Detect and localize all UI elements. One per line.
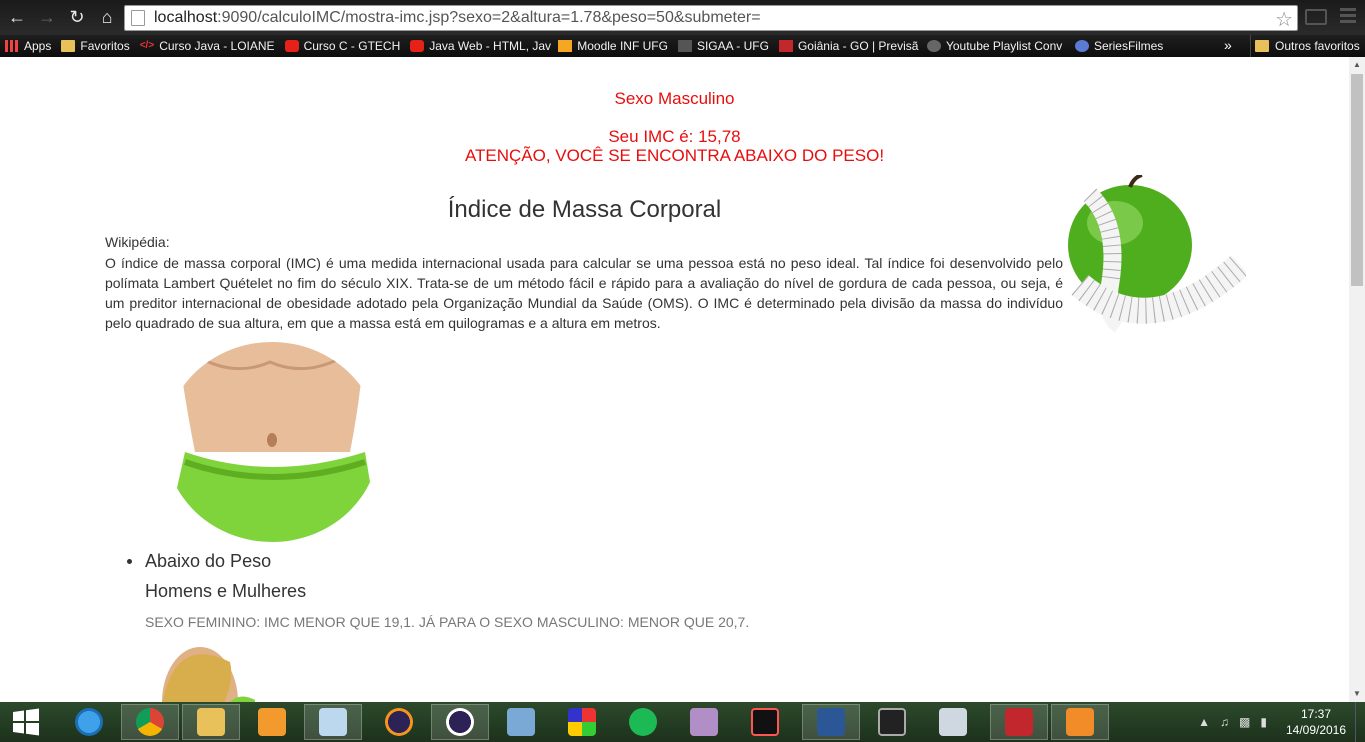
reload-icon[interactable]: ↻ [64, 5, 90, 31]
music-icon [926, 40, 941, 52]
windows-start-button[interactable] [0, 702, 52, 742]
wikipedia-label: Wikipédia: [105, 234, 170, 250]
woman-image [162, 647, 255, 702]
category-title: Abaixo do Peso [145, 551, 272, 571]
scroll-thumb[interactable] [1351, 74, 1363, 286]
list-bullet [127, 559, 132, 564]
address-bar[interactable]: localhost:9090/calculoIMC/mostra-imc.jsp… [124, 5, 1298, 31]
app-grid-icon[interactable] [553, 704, 611, 740]
volume-icon[interactable]: ♫ [1220, 715, 1229, 729]
intellij-icon[interactable] [736, 704, 794, 740]
page-title: Índice de Massa Corporal [447, 196, 722, 223]
bookmark-youtube-playlist[interactable]: Youtube Playlist Conv [922, 35, 1070, 57]
apps-icon [5, 40, 19, 52]
network-icon[interactable]: ▩ [1239, 715, 1250, 729]
virtualbox-icon[interactable] [492, 704, 550, 740]
file-explorer-icon[interactable] [182, 704, 240, 740]
notepad-icon[interactable] [304, 704, 362, 740]
word-icon[interactable] [802, 704, 860, 740]
system-tray: ▲ ♫ ▩ ▮ 17:37 14/09/2016 [1198, 702, 1365, 742]
menu-icon[interactable] [1340, 8, 1356, 26]
forward-icon[interactable]: → [34, 5, 60, 31]
cast-icon[interactable] [1305, 9, 1327, 25]
youtube-icon [284, 40, 299, 52]
warning-text: ATENÇÃO, VOCÊ SE ENCONTRA ABAIXO DO PESO… [464, 146, 885, 165]
criteria-text: SEXO FEMININO: IMC MENOR QUE 19,1. JÁ PA… [145, 614, 750, 630]
spotify-icon[interactable] [614, 704, 672, 740]
folder-icon [1255, 40, 1269, 52]
group-label: Homens e Mulheres [145, 581, 307, 601]
moodle-icon [558, 40, 573, 52]
other-bookmarks[interactable]: Outros favoritos [1250, 35, 1360, 57]
bookmark-star-icon[interactable]: ☆ [1275, 7, 1293, 32]
terminal-icon[interactable] [863, 704, 921, 740]
scroll-up-icon[interactable]: ▲ [1349, 57, 1365, 73]
show-hidden-icons-icon[interactable]: ▲ [1198, 715, 1210, 729]
eclipse-icon[interactable] [431, 704, 489, 740]
bookmark-curso-java[interactable]: </> Curso Java - LOIANE [135, 35, 280, 57]
weather-icon [778, 40, 793, 52]
more-bookmarks-button[interactable]: » [1224, 35, 1232, 57]
folder-icon [61, 40, 76, 52]
pdf-creator-icon[interactable] [1051, 704, 1109, 740]
bookmark-java-web[interactable]: Java Web - HTML, Jav [405, 35, 553, 57]
imc-result: Seu IMC é: 15,78 [608, 127, 741, 146]
clock-time: 17:37 [1300, 707, 1332, 721]
code-icon: </> [139, 40, 155, 51]
url-text[interactable]: localhost:9090/calculoIMC/mostra-imc.jsp… [154, 9, 761, 27]
apple-tape-image [1068, 175, 1246, 333]
youtube-icon [410, 40, 425, 52]
wikipedia-text: O índice de massa corporal (IMC) é uma m… [105, 255, 1063, 331]
sexo-text: Sexo Masculino [614, 89, 735, 108]
calculator-icon[interactable] [924, 704, 982, 740]
bookmark-goiania[interactable]: Goiânia - GO | Previsã [774, 35, 922, 57]
document-icon [677, 40, 692, 52]
android-studio-icon[interactable] [675, 704, 733, 740]
bookmark-favoritos[interactable]: Favoritos [56, 35, 134, 57]
battery-icon[interactable]: ▮ [1260, 715, 1267, 729]
home-icon[interactable]: ⌂ [94, 5, 120, 31]
page-scrollbar[interactable]: ▲ ▼ [1349, 57, 1365, 702]
chrome-icon[interactable] [121, 704, 179, 740]
clock-date: 14/09/2016 [1285, 723, 1347, 737]
internet-explorer-icon[interactable] [60, 704, 118, 740]
page-icon [131, 10, 145, 26]
clock[interactable]: 17:37 14/09/2016 [1277, 706, 1355, 738]
media-player-icon[interactable] [243, 704, 301, 740]
page-viewport: Sexo Masculino Seu IMC é: 15,78 ATENÇÃO,… [0, 57, 1349, 702]
bookmark-curso-c[interactable]: Curso C - GTECH [280, 35, 406, 57]
windows-logo-icon [13, 708, 39, 736]
bookmark-sigaa[interactable]: SIGAA - UFG [673, 35, 774, 57]
series-icon [1074, 40, 1089, 52]
browser-toolbar: ← → ↻ ⌂ localhost:9090/calculoIMC/mostra… [0, 0, 1365, 35]
bookmark-apps[interactable]: Apps [0, 35, 56, 57]
acrobat-icon[interactable] [990, 704, 1048, 740]
eclipse-icon[interactable] [370, 704, 428, 740]
bookmark-moodle[interactable]: Moodle INF UFG [553, 35, 673, 57]
back-icon[interactable]: ← [4, 5, 30, 31]
bookmarks-bar: Apps Favoritos </> Curso Java - LOIANE Cu… [0, 35, 1365, 57]
windows-taskbar: ▲ ♫ ▩ ▮ 17:37 14/09/2016 [0, 702, 1365, 742]
torso-image [165, 342, 379, 542]
show-desktop-button[interactable] [1355, 702, 1365, 742]
bookmark-seriesfilmes[interactable]: SeriesFilmes [1070, 35, 1168, 57]
scroll-down-icon[interactable]: ▼ [1349, 686, 1365, 702]
